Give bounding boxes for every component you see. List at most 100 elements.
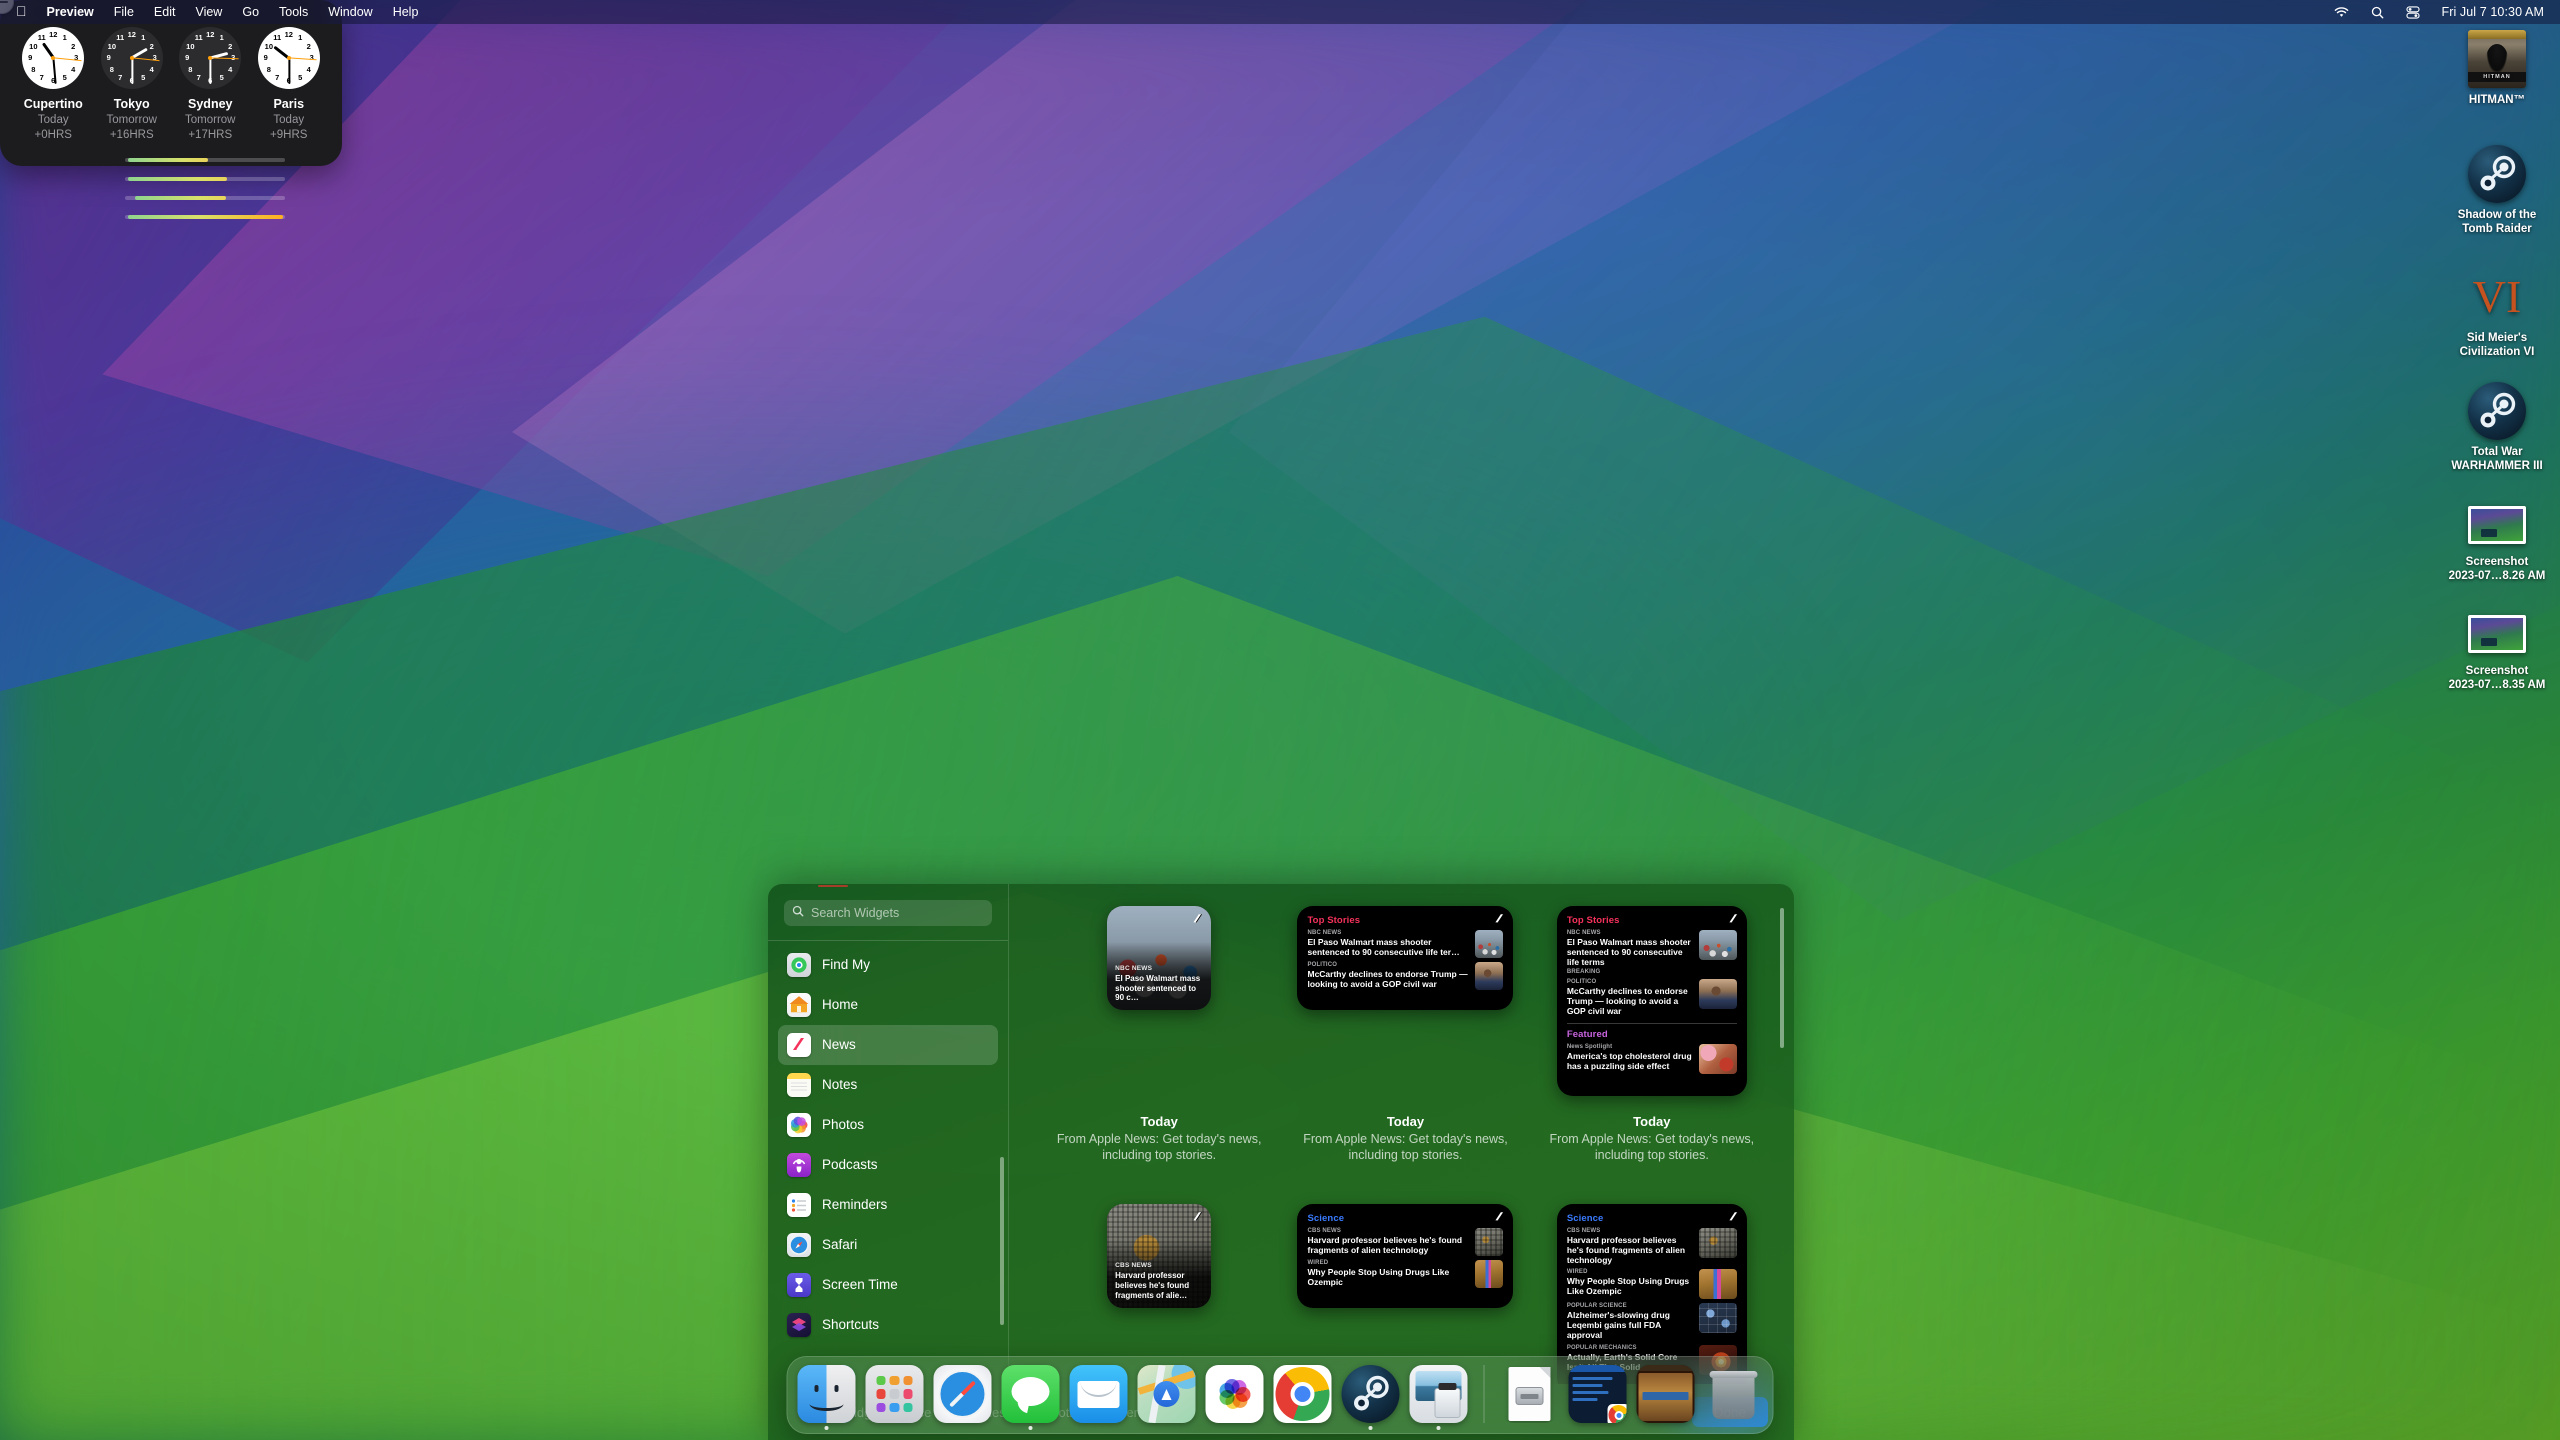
news-widget-medium[interactable]: Top StoriesNBC NEWSEl Paso Walmart mass … (1297, 906, 1513, 1010)
dock-item-safari[interactable] (934, 1365, 992, 1423)
widget-app-item-shortcuts[interactable]: Shortcuts (778, 1305, 998, 1345)
widget-app-label: Find My (822, 957, 870, 972)
news-row-text: News SpotlightAmerica's top cholesterol … (1567, 1044, 1692, 1071)
news-widget-medium[interactable]: ScienceCBS NEWSHarvard professor believe… (1297, 1204, 1513, 1308)
widget-app-item-photos[interactable]: Photos (778, 1105, 998, 1145)
news-headline: Alzheimer's-slowing drug Leqembi gains f… (1567, 1310, 1692, 1341)
news-source: POPULAR SCIENCE (1567, 1303, 1692, 1309)
widget-preview-card[interactable]: Top StoriesNBC NEWSEl Paso Walmart mass … (1536, 906, 1768, 1164)
podcasts-icon (787, 1153, 811, 1177)
world-clock-widget[interactable]: 121234567891011CupertinoToday+0HRS121234… (0, 0, 342, 166)
menu-item-preview[interactable]: Preview (37, 3, 104, 21)
search-widgets-field[interactable] (784, 900, 992, 926)
apple-logo-icon[interactable]:  (10, 4, 37, 20)
widget-preview-card[interactable]: NBC NEWSEl Paso Walmart mass shooter sen… (1043, 906, 1275, 1164)
wifi-icon[interactable] (2323, 7, 2360, 18)
news-widget-small[interactable]: CBS NEWSHarvard professor believes he's … (1107, 1204, 1211, 1308)
clock-numeral: 8 (264, 66, 274, 74)
search-icon[interactable] (2360, 6, 2395, 19)
clock-numeral: 10 (185, 43, 195, 51)
clock-numeral: 9 (261, 54, 271, 62)
dock-item-chrome[interactable] (1274, 1365, 1332, 1423)
dock-item-mail[interactable] (1070, 1365, 1128, 1423)
dock-item-preview[interactable] (1410, 1365, 1468, 1423)
clock-numeral: 9 (104, 54, 114, 62)
clock-numeral: 11 (194, 34, 204, 42)
news-row: WIREDWhy People Stop Using Drugs Like Oz… (1307, 1260, 1503, 1288)
widget-app-label: News (822, 1037, 856, 1052)
menu-item-help[interactable]: Help (383, 3, 429, 21)
widget-app-item-screen-time[interactable]: Screen Time (778, 1265, 998, 1305)
menu-item-view[interactable]: View (185, 3, 232, 21)
dock-item-finder[interactable] (798, 1365, 856, 1423)
dock[interactable] (787, 1356, 1774, 1434)
clock-day: Tomorrow (93, 113, 171, 128)
widget-app-item-news[interactable]: News (778, 1025, 998, 1065)
clock-numeral: 8 (28, 66, 38, 74)
dock-item-maps[interactable] (1138, 1365, 1196, 1423)
widget-caption: TodayFrom Apple News: Get today's news, … (1536, 1114, 1768, 1164)
search-widgets-input[interactable] (811, 906, 984, 920)
clock-numeral: 5 (60, 74, 70, 82)
desktop-icon-steam-icon[interactable]: Total WarWARHAMMER III (2433, 382, 2560, 474)
news-widget-small[interactable]: NBC NEWSEl Paso Walmart mass shooter sen… (1107, 906, 1211, 1010)
menu-item-window[interactable]: Window (318, 3, 382, 21)
civ6-icon: VI (2468, 268, 2526, 326)
clock-center-dot (287, 56, 291, 60)
clock-name: Tokyo (93, 97, 171, 113)
running-indicator (1029, 1426, 1033, 1430)
control-center-icon[interactable] (2395, 6, 2431, 19)
clock-name: Cupertino (14, 97, 92, 113)
widget-app-item-reminders[interactable]: Reminders (778, 1185, 998, 1225)
news-row-text: POPULAR SCIENCEAlzheimer's-slowing drug … (1567, 1303, 1692, 1341)
clock-min-hand (131, 58, 133, 84)
desktop-icon-steam-icon[interactable]: Shadow of theTomb Raider (2433, 145, 2560, 237)
dock-item-steam[interactable] (1342, 1365, 1400, 1423)
sidebar-scrollbar[interactable] (1000, 1157, 1004, 1325)
screenshot-file-icon (2468, 615, 2526, 659)
widget-app-item-home[interactable]: Home (778, 985, 998, 1025)
desktop-icon-civ6-icon[interactable]: VISid Meier'sCivilization VI (2433, 268, 2560, 360)
desktop-icon-hitman-game-icon[interactable]: HITMANHITMAN™ (2433, 30, 2560, 107)
widget-gallery-sidebar: Find My Home News NotesPhotosPodcastsRemind… (768, 884, 1009, 1384)
dock-item-launchpad[interactable] (866, 1365, 924, 1423)
dock-item-minimized-window[interactable] (1569, 1365, 1627, 1423)
scroll-indicator-tick (818, 885, 848, 887)
news-source: CBS NEWS (1307, 1228, 1468, 1234)
menu-item-go[interactable]: Go (232, 3, 269, 21)
news-caption: CBS NEWSHarvard professor believes he's … (1115, 1262, 1203, 1300)
dock-item-messages[interactable] (1002, 1365, 1060, 1423)
menu-item-file[interactable]: File (104, 3, 144, 21)
widget-app-label: Shortcuts (822, 1317, 879, 1332)
news-row-text: WIREDWhy People Stop Using Drugs Like Oz… (1567, 1269, 1692, 1296)
clock-numeral: 4 (68, 66, 78, 74)
news-row: NBC NEWSEl Paso Walmart mass shooter sen… (1567, 930, 1737, 975)
widget-app-item-notes[interactable]: Notes (778, 1065, 998, 1105)
widget-app-item-podcasts[interactable]: Podcasts (778, 1145, 998, 1185)
news-source: POLITICO (1307, 962, 1468, 968)
dock-item-minimized-game[interactable] (1637, 1365, 1695, 1423)
clock-offset: +0HRS (14, 128, 92, 143)
desktop-icon-label: Sid Meier's (2433, 331, 2560, 345)
widget-app-list[interactable]: Find My Home News NotesPhotosPodcastsRemind… (768, 945, 1008, 1385)
clock-numeral: 7 (272, 74, 282, 82)
widget-app-item-safari[interactable]: Safari (778, 1225, 998, 1265)
desktop-icon-screenshot-file-icon[interactable]: Screenshot2023-07…8.35 AM (2433, 605, 2560, 693)
widget-preview-card[interactable]: Top StoriesNBC NEWSEl Paso Walmart mass … (1289, 906, 1521, 1164)
menu-item-edit[interactable]: Edit (144, 3, 186, 21)
clock-numeral: 4 (147, 66, 157, 74)
widget-app-item-find-my[interactable]: Find My (778, 945, 998, 985)
widget-preview-holder: NBC NEWSEl Paso Walmart mass shooter sen… (1043, 906, 1275, 1106)
clock-numeral: 12 (205, 31, 215, 39)
desktop-icon-label: 2023-07…8.26 AM (2433, 569, 2560, 583)
news-widget-large[interactable]: Top StoriesNBC NEWSEl Paso Walmart mass … (1557, 906, 1747, 1096)
dock-item-disk-image[interactable] (1501, 1365, 1559, 1423)
dock-item-trash[interactable] (1705, 1365, 1763, 1423)
dock-item-photos[interactable] (1206, 1365, 1264, 1423)
menu-item-tools[interactable]: Tools (269, 3, 318, 21)
preview-area-scrollbar[interactable] (1780, 908, 1784, 1048)
desktop-icon-screenshot-file-icon[interactable]: Screenshot2023-07…8.26 AM (2433, 496, 2560, 584)
news-headline: Harvard professor believes he's found fr… (1307, 1235, 1468, 1255)
desktop-icon-label: Screenshot (2433, 555, 2560, 569)
menu-bar-clock[interactable]: Fri Jul 7 10:30 AM (2431, 5, 2550, 19)
